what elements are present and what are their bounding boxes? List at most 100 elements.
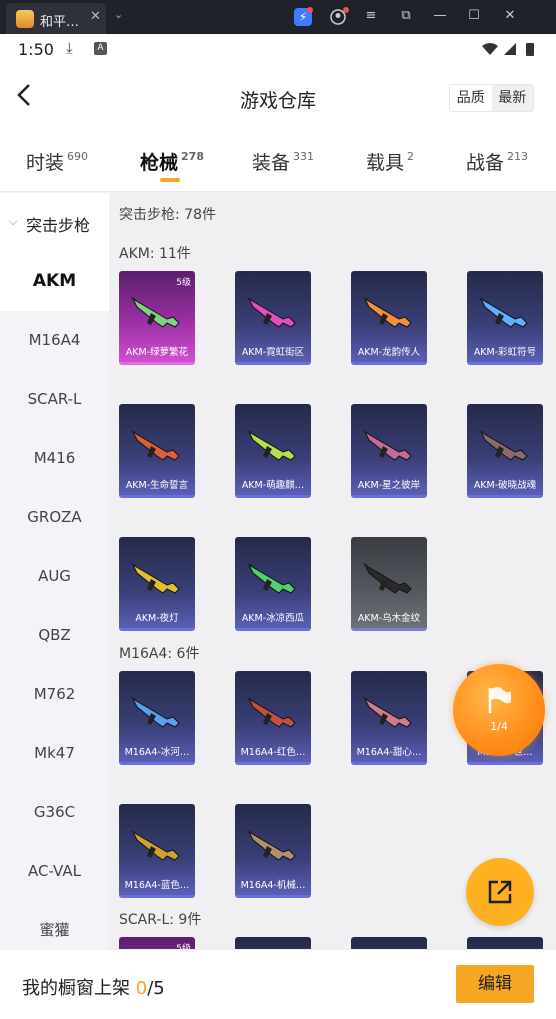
- weapon-name: AKM-绿萝繁花: [125, 347, 189, 358]
- browser-tab[interactable]: 和平… ✕: [6, 3, 106, 34]
- menu-icon[interactable]: ≡: [363, 8, 379, 23]
- rifle-icon: [363, 563, 412, 594]
- weapon-card[interactable]: [235, 937, 311, 949]
- weapon-name: AKM-彩虹符号: [473, 347, 537, 358]
- weapon-name: M16A4-机械…: [240, 880, 306, 891]
- weapon-name: AKM-萌趣麒…: [241, 480, 305, 491]
- flag-counter: 1/4: [490, 720, 508, 733]
- rifle-icon: [131, 297, 180, 328]
- weapon-card[interactable]: AKM-生命誓言: [119, 404, 195, 498]
- sidebar-item-m762[interactable]: M762: [0, 665, 109, 724]
- weapon-name: M16A4-冰河…: [124, 747, 190, 758]
- close-window-icon[interactable]: ✕: [502, 8, 518, 23]
- showcase-current: 0: [135, 978, 148, 999]
- weapon-card[interactable]: AKM-霓虹街区: [235, 271, 311, 365]
- rifle-icon: [131, 563, 180, 594]
- rifle-icon: [479, 297, 528, 328]
- tab-fashion[interactable]: 时装 690: [26, 148, 88, 175]
- sidebar-item-mk47[interactable]: Mk47: [0, 724, 109, 783]
- weapon-card[interactable]: AKM-破晓战魂: [467, 404, 543, 498]
- bottom-bar: 我的橱窗上架 0/5 编辑: [0, 949, 556, 1019]
- sidebar-item-g36c[interactable]: G36C: [0, 783, 109, 842]
- weapon-card[interactable]: AKM-夜灯: [119, 537, 195, 631]
- category-summary: 突击步枪: 78件: [119, 207, 216, 223]
- weapon-card[interactable]: [351, 937, 427, 949]
- account-dot: [343, 7, 349, 13]
- weapon-name: M16A4-蓝色…: [124, 880, 190, 891]
- weapon-card[interactable]: M16A4-红色…: [235, 671, 311, 765]
- tab-close-icon[interactable]: ✕: [90, 9, 101, 24]
- sidebar-item-qbz[interactable]: QBZ: [0, 606, 109, 665]
- weapon-card[interactable]: M16A4-机械…: [235, 804, 311, 898]
- weapon-name: AKM-乌木金纹: [357, 613, 421, 624]
- weapon-name: AKM-霓虹街区: [241, 347, 305, 358]
- weapon-card[interactable]: M16A4-蓝色…: [119, 804, 195, 898]
- rifle-icon: [363, 297, 412, 328]
- sidebar-group-assault-rifles[interactable]: ⌵ 突击步枪: [0, 193, 109, 252]
- sidebar-item-m416[interactable]: M416: [0, 429, 109, 488]
- rifle-icon: [131, 830, 180, 861]
- notification-dot: [307, 7, 313, 13]
- maximize-icon[interactable]: ☐: [466, 8, 482, 23]
- tab-label: 战备: [466, 152, 505, 174]
- level-badge: 5级: [176, 278, 191, 288]
- rifle-icon: [131, 430, 180, 461]
- app-icon: [16, 10, 34, 28]
- sidebar-item-m16a4[interactable]: M16A4: [0, 311, 109, 370]
- sidebar-item-ac-val[interactable]: AC-VAL: [0, 842, 109, 901]
- weapon-card[interactable]: 5级: [119, 937, 195, 949]
- weapon-card[interactable]: AKM-龙韵传人: [351, 271, 427, 365]
- sidebar-item-scar-l[interactable]: SCAR-L: [0, 370, 109, 429]
- showcase-label: 我的橱窗上架: [22, 978, 130, 999]
- weapon-card[interactable]: AKM-星之彼岸: [351, 404, 427, 498]
- weapon-name: AKM-破晓战魂: [473, 480, 537, 491]
- tab-supplies[interactable]: 战备 213: [466, 148, 528, 175]
- sort-newest-button[interactable]: 最新: [491, 85, 533, 111]
- weapon-card[interactable]: AKM-萌趣麒…: [235, 404, 311, 498]
- tab-title: 和平…: [40, 15, 80, 30]
- window-titlebar: 和平… ✕ ⌄ ⚡ ≡ ⧉ — ☐ ✕: [0, 0, 556, 34]
- tab-label: 枪械: [140, 152, 179, 174]
- weapon-card[interactable]: M16A4-甜心…: [351, 671, 427, 765]
- section-title-scar-l: SCAR-L: 9件: [119, 912, 202, 928]
- tab-weapons[interactable]: 枪械 278: [140, 148, 204, 175]
- rifle-icon: [131, 697, 180, 728]
- weapon-grid: 突击步枪: 78件 AKM: 11件 M16A4: 6件 SCAR-L: 9件 …: [109, 193, 556, 949]
- weapon-card[interactable]: AKM-彩虹符号: [467, 271, 543, 365]
- rifle-icon: [363, 697, 412, 728]
- sidebar-item-aug[interactable]: AUG: [0, 547, 109, 606]
- weapon-name: M16A4-红色…: [240, 747, 306, 758]
- weapon-card[interactable]: 5级 AKM-绿萝繁花: [119, 271, 195, 365]
- sidebar-item-akm[interactable]: AKM: [0, 252, 109, 311]
- category-tabs: 时装 690 枪械 278 装备 331 载具 2 战备 213: [0, 130, 556, 192]
- weapon-name: AKM-星之彼岸: [357, 480, 421, 491]
- tab-dropdown-icon[interactable]: ⌄: [114, 8, 123, 21]
- tab-equipment[interactable]: 装备 331: [252, 148, 314, 175]
- share-button[interactable]: [466, 858, 534, 926]
- restore-window-icon[interactable]: ⧉: [398, 8, 414, 23]
- weapon-name: AKM-生命誓言: [125, 480, 189, 491]
- sort-quality-button[interactable]: 品质: [450, 85, 492, 111]
- tab-count: 331: [293, 150, 315, 163]
- weapon-name: AKM-冰凉西瓜: [241, 613, 305, 624]
- active-tab-indicator: [160, 178, 180, 182]
- edit-button[interactable]: 编辑: [456, 965, 534, 1003]
- tab-count: 2: [407, 150, 415, 163]
- weapon-card[interactable]: AKM-乌木金纹: [351, 537, 427, 631]
- page-header: 游戏仓库 品质 最新: [0, 64, 556, 130]
- flag-counter-button[interactable]: 1/4: [453, 664, 545, 756]
- section-title-m16a4: M16A4: 6件: [119, 646, 200, 662]
- tab-vehicles[interactable]: 载具 2: [366, 148, 414, 175]
- sidebar-item-honey-badger[interactable]: 蜜獾: [0, 901, 109, 949]
- level-badge: 5级: [176, 944, 191, 949]
- flag-icon: [488, 687, 511, 713]
- minimize-icon[interactable]: —: [432, 8, 448, 23]
- weapon-card[interactable]: M16A4-冰河…: [119, 671, 195, 765]
- a-icon: A: [94, 42, 107, 55]
- sidebar-item-groza[interactable]: GROZA: [0, 488, 109, 547]
- weapon-card[interactable]: [467, 937, 543, 949]
- rifle-icon: [479, 430, 528, 461]
- status-bar: 1:50 ⤓ A: [0, 34, 556, 64]
- rifle-icon: [247, 430, 296, 461]
- weapon-card[interactable]: AKM-冰凉西瓜: [235, 537, 311, 631]
